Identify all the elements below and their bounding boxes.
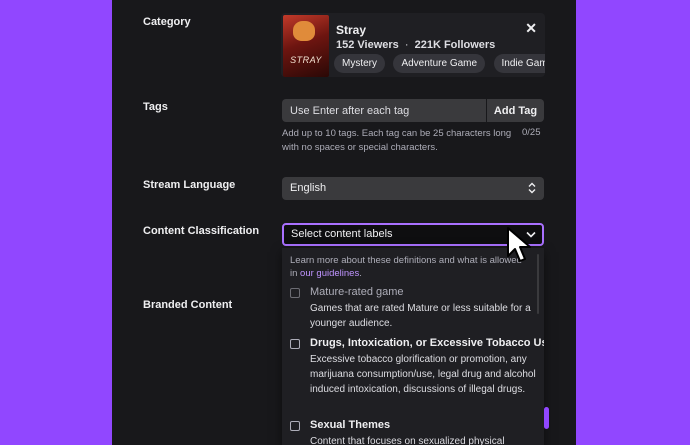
category-boxart: STRAY xyxy=(283,15,329,77)
option-title: Drugs, Intoxication, or Excessive Tobacc… xyxy=(310,337,544,349)
content-labels-select[interactable]: Select content labels xyxy=(282,223,544,246)
category-card: STRAY Stray 152 Viewers · 221K Followers… xyxy=(281,13,545,77)
stream-language-label: Stream Language xyxy=(143,179,236,191)
tags-label: Tags xyxy=(143,101,168,113)
boxart-logo: STRAY xyxy=(290,55,322,65)
updown-chevron-icon xyxy=(528,177,536,200)
cat-character-icon xyxy=(293,21,315,41)
category-followers: 221K Followers xyxy=(414,39,496,51)
option-title: Mature-rated game xyxy=(310,286,404,298)
tags-count: 0/25 xyxy=(522,127,541,138)
content-labels-placeholder: Select content labels xyxy=(291,228,393,240)
stream-info-panel: Category STRAY Stray 152 Viewers · 221K … xyxy=(112,0,576,445)
language-value: English xyxy=(290,182,327,194)
option-description: Content that focuses on sexualized physi… xyxy=(310,436,505,445)
category-name: Stray xyxy=(336,23,367,37)
content-classification-label: Content Classification xyxy=(143,225,260,237)
tags-help-text: Add up to 10 tags. Each tag can be 25 ch… xyxy=(282,128,512,153)
option-title: Sexual Themes xyxy=(310,419,391,431)
checkbox[interactable] xyxy=(290,288,300,298)
intro-end: . xyxy=(359,268,362,279)
category-stats: 152 Viewers · 221K Followers xyxy=(336,39,495,51)
stats-separator: · xyxy=(404,39,409,51)
branded-content-label: Branded Content xyxy=(143,299,233,311)
checkbox[interactable] xyxy=(290,421,300,431)
language-select[interactable]: English xyxy=(282,177,544,200)
category-tags: Mystery Adventure Game Indie Game xyxy=(334,53,545,73)
category-label: Category xyxy=(143,16,191,28)
option-description: Games that are rated Mature or less suit… xyxy=(310,303,531,329)
option-description: Excessive tobacco glorification or promo… xyxy=(310,354,536,395)
category-viewers: 152 Viewers xyxy=(336,39,399,51)
mouse-pointer-icon xyxy=(507,227,531,262)
dropdown-intro: Learn more about these definitions and w… xyxy=(290,254,530,280)
category-tag[interactable]: Adventure Game xyxy=(393,54,486,73)
guidelines-link[interactable]: our guidelines xyxy=(300,268,359,279)
close-icon[interactable]: ✕ xyxy=(525,20,537,37)
add-tag-button[interactable]: Add Tag xyxy=(487,99,544,122)
tags-input[interactable] xyxy=(282,99,486,122)
dropdown-scrollbar[interactable] xyxy=(544,407,549,429)
category-tag[interactable]: Indie Game xyxy=(493,54,545,73)
checkbox[interactable] xyxy=(290,339,300,349)
category-tag[interactable]: Mystery xyxy=(334,54,385,73)
content-labels-dropdown: Learn more about these definitions and w… xyxy=(282,248,544,445)
